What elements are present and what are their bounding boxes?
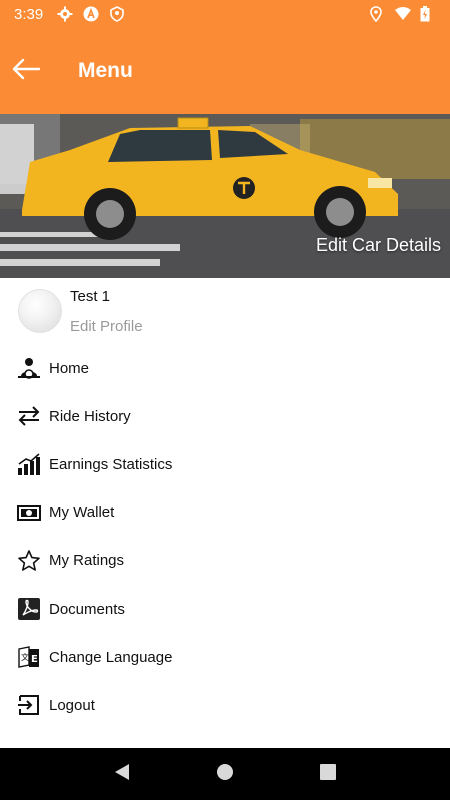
menu-item-label: Change Language bbox=[49, 648, 173, 666]
back-button[interactable] bbox=[0, 45, 52, 97]
pdf-icon bbox=[17, 597, 41, 621]
wifi-icon bbox=[394, 6, 411, 22]
swap-arrows-icon bbox=[17, 404, 41, 428]
money-icon bbox=[17, 501, 41, 525]
square-recents-icon bbox=[319, 763, 337, 786]
location-icon bbox=[368, 6, 384, 23]
drawer-menu: Home Ride History Earnings Statistics My… bbox=[0, 344, 450, 730]
logout-icon bbox=[17, 693, 41, 717]
svg-text:文: 文 bbox=[21, 652, 29, 662]
menu-item-label: Home bbox=[49, 359, 90, 377]
system-nav-bar bbox=[0, 748, 450, 800]
bar-chart-icon bbox=[17, 452, 41, 476]
avatar[interactable] bbox=[18, 289, 62, 333]
page-title: Menu bbox=[78, 59, 133, 82]
menu-item-my-wallet[interactable]: My Wallet bbox=[0, 489, 450, 537]
svg-text:E: E bbox=[31, 654, 38, 665]
edit-profile-link[interactable]: Edit Profile bbox=[70, 318, 143, 335]
menu-item-ride-history[interactable]: Ride History bbox=[0, 392, 450, 440]
menu-item-earnings-statistics[interactable]: Earnings Statistics bbox=[0, 440, 450, 488]
circle-home-icon bbox=[216, 763, 234, 786]
menu-item-label: Earnings Statistics bbox=[49, 455, 173, 473]
car-banner[interactable]: Edit Car Details bbox=[0, 114, 450, 278]
star-icon bbox=[17, 549, 41, 573]
menu-item-label: My Wallet bbox=[49, 504, 115, 522]
arrow-left-icon bbox=[11, 57, 41, 86]
profile-header[interactable]: Test 1 Edit Profile bbox=[0, 278, 450, 344]
nav-home-button[interactable] bbox=[205, 754, 245, 794]
menu-item-home[interactable]: Home bbox=[0, 344, 450, 392]
menu-item-logout[interactable]: Logout bbox=[0, 681, 450, 729]
menu-item-label: Documents bbox=[49, 600, 125, 618]
status-time: 3:39 bbox=[14, 5, 44, 23]
app-bar: Menu bbox=[0, 28, 450, 114]
language-icon: E文 bbox=[17, 645, 41, 669]
menu-item-label: Ride History bbox=[49, 407, 131, 425]
status-bar: 3:39 bbox=[0, 0, 450, 28]
menu-item-change-language[interactable]: E文 Change Language bbox=[0, 633, 450, 681]
edit-car-details-link[interactable]: Edit Car Details bbox=[316, 235, 441, 256]
driver-icon bbox=[17, 356, 41, 380]
triangle-back-icon bbox=[113, 763, 131, 786]
nav-back-button[interactable] bbox=[102, 754, 142, 794]
menu-item-label: Logout bbox=[49, 696, 95, 714]
menu-item-my-ratings[interactable]: My Ratings bbox=[0, 537, 450, 585]
gear-icon bbox=[57, 6, 73, 22]
profile-name: Test 1 bbox=[70, 288, 111, 305]
menu-item-documents[interactable]: Documents bbox=[0, 585, 450, 633]
nav-recents-button[interactable] bbox=[308, 754, 348, 794]
shield-location-icon bbox=[109, 6, 125, 22]
a-icon bbox=[83, 6, 99, 22]
battery-icon bbox=[420, 6, 436, 22]
menu-item-label: My Ratings bbox=[49, 552, 125, 570]
